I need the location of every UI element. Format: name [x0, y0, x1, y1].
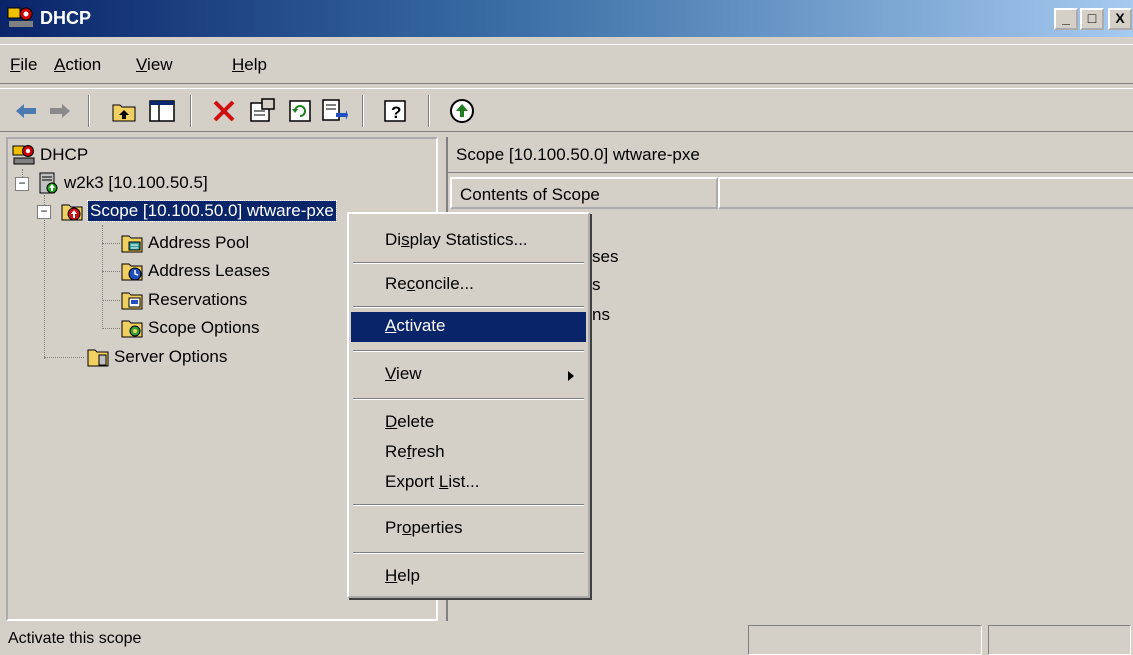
- title-bar: DHCP _ □ X: [0, 0, 1133, 37]
- up-one-level-icon[interactable]: [110, 97, 138, 125]
- menu-separator: [353, 552, 584, 554]
- menu-action[interactable]: Action: [54, 55, 101, 75]
- tree-line: [102, 225, 103, 329]
- menu-item-refresh[interactable]: Refresh: [351, 438, 586, 468]
- column-header-contents[interactable]: Contents of Scope: [450, 177, 718, 209]
- menu-item-view[interactable]: View: [351, 360, 586, 390]
- menu-item-display-statistics[interactable]: Display Statistics...: [351, 226, 586, 256]
- properties-icon[interactable]: [248, 97, 276, 125]
- scope-inactive-icon: [61, 204, 83, 221]
- details-header: Scope [10.100.50.0] wtware-pxe: [448, 137, 1133, 173]
- status-panel: [748, 625, 982, 655]
- scope-label: Scope [10.100.50.0] wtware-pxe: [87, 200, 337, 222]
- tree-line: [102, 271, 120, 272]
- list-item[interactable]: s: [592, 275, 601, 295]
- list-item[interactable]: ses: [592, 247, 618, 267]
- scope-options-icon: [121, 320, 143, 338]
- column-header-empty[interactable]: [718, 177, 1133, 209]
- menu-item-delete[interactable]: Delete: [351, 408, 586, 438]
- status-panel: [988, 625, 1131, 655]
- address-leases-icon: [121, 263, 143, 281]
- dhcp-server-icon: [39, 172, 58, 194]
- dhcp-app-icon: [7, 7, 33, 27]
- collapse-scope-icon[interactable]: −: [37, 205, 51, 219]
- tree-line: [102, 243, 120, 244]
- close-icon: X: [1115, 10, 1125, 26]
- tree-line: [102, 328, 120, 329]
- toolbar-separator: [362, 95, 364, 127]
- menu-separator: [353, 504, 584, 506]
- help-icon[interactable]: ?: [382, 97, 410, 125]
- minimize-button[interactable]: _: [1054, 8, 1078, 30]
- toolbar-separator: [190, 95, 192, 127]
- status-text: Activate this scope: [8, 630, 142, 647]
- minimize-icon: _: [1062, 10, 1070, 26]
- toolbar-separator: [428, 95, 430, 127]
- menu-bar: File Action View Help: [0, 44, 1133, 84]
- status-bar: Activate this scope: [0, 623, 1133, 655]
- window-title: DHCP: [40, 8, 92, 28]
- show-hide-tree-icon[interactable]: [148, 97, 176, 125]
- menu-separator: [353, 398, 584, 400]
- menu-view[interactable]: View: [136, 55, 173, 75]
- forward-icon[interactable]: [46, 97, 74, 125]
- menu-separator: [353, 262, 584, 264]
- context-menu: Display Statistics... Reconcile... Activ…: [347, 212, 590, 598]
- menu-file[interactable]: File: [10, 55, 37, 75]
- dhcp-icon: [12, 145, 35, 165]
- list-item[interactable]: ns: [592, 305, 610, 325]
- menu-separator: [353, 306, 584, 308]
- submenu-arrow-icon: [568, 371, 574, 381]
- menu-help[interactable]: Help: [232, 55, 267, 75]
- collapse-server-icon[interactable]: −: [15, 177, 29, 191]
- close-button[interactable]: X: [1108, 8, 1132, 30]
- menu-separator: [353, 350, 584, 352]
- maximize-button[interactable]: □: [1080, 8, 1104, 30]
- server-options-icon: [87, 349, 109, 367]
- toolbar-separator: [88, 95, 90, 127]
- address-pool-icon: [121, 235, 143, 253]
- maximize-icon: □: [1087, 10, 1097, 26]
- menu-item-properties[interactable]: Properties: [351, 514, 586, 544]
- menu-item-activate[interactable]: Activate: [351, 312, 586, 342]
- tree-line: [102, 300, 120, 301]
- export-list-icon[interactable]: [320, 97, 348, 125]
- tree-line: [44, 357, 84, 358]
- menu-item-help[interactable]: Help: [351, 562, 586, 592]
- delete-icon[interactable]: [210, 97, 238, 125]
- svg-text:?: ?: [391, 103, 401, 122]
- activate-scope-icon[interactable]: [448, 97, 476, 125]
- reservations-icon: [121, 292, 143, 310]
- back-icon[interactable]: [12, 97, 40, 125]
- refresh-icon[interactable]: [286, 97, 314, 125]
- menu-item-export-list[interactable]: Export List...: [351, 468, 586, 498]
- menu-item-reconcile[interactable]: Reconcile...: [351, 270, 586, 300]
- toolbar: ?: [0, 88, 1133, 132]
- tree-line: [44, 209, 45, 359]
